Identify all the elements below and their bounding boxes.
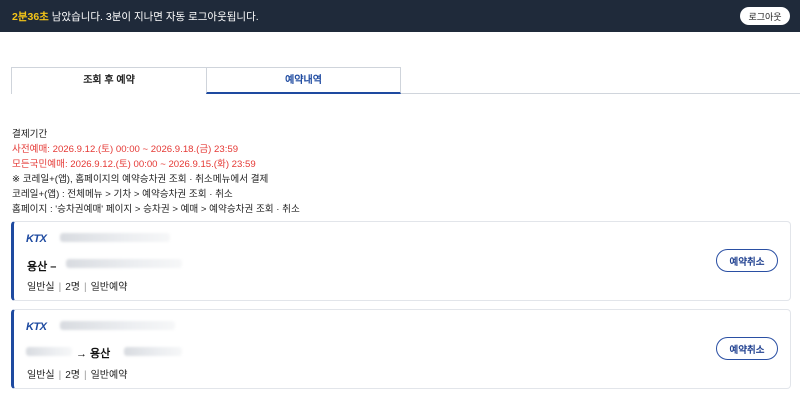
timeout-text: 남았습니다. 3분이 지나면 자동 로그아웃됩니다. xyxy=(48,11,259,23)
route-text: → 용산 xyxy=(76,348,111,360)
ktx-logo: KTX xyxy=(26,321,47,333)
redacted-time xyxy=(124,347,182,356)
payment-period-notice: 결제기간 사전예매: 2026.9.12.(토) 00:00 ~ 2026.9.… xyxy=(12,127,300,217)
cancel-reservation-button[interactable]: 예약취소 xyxy=(716,249,778,272)
reservation-meta: 일반실 | 2명 | 일반예약 xyxy=(27,370,128,381)
passenger-count: 2명 xyxy=(65,370,80,381)
cancel-reservation-button[interactable]: 예약취소 xyxy=(716,337,778,360)
notice-web-path: 홈페이지 : '승차권예매' 페이지 > 승차권 > 예매 > 예약승차권 조회… xyxy=(12,204,300,215)
seat-class: 일반실 xyxy=(27,282,55,293)
logout-button[interactable]: 로그아웃 xyxy=(740,7,790,25)
notice-app-path: 코레일+(앱) : 전체메뉴 > 기차 > 예약승차권 조회 · 취소 xyxy=(12,189,233,200)
tab-bar: 조회 후 예약 예약내역 xyxy=(11,67,800,94)
notice-heading: 결제기간 xyxy=(12,129,48,140)
redacted-destination xyxy=(66,259,182,268)
notice-payment-info: ※ 코레일+(앱), 홈페이지의 예약승차권 조회 · 취소메뉴에서 결제 xyxy=(12,174,269,185)
redacted-train-info xyxy=(60,233,170,242)
route-text: 용산 – xyxy=(27,261,57,273)
redacted-train-info xyxy=(60,321,175,330)
notice-public-period: 모든국민예매: 2026.9.12.(토) 00:00 ~ 2026.9.15.… xyxy=(12,159,256,170)
passenger-count: 2명 xyxy=(65,282,80,293)
notice-presale-period: 사전예매: 2026.9.12.(토) 00:00 ~ 2026.9.18.(금… xyxy=(12,144,239,155)
ktx-logo: KTX xyxy=(26,233,47,245)
tab-reservation-history[interactable]: 예약내역 xyxy=(206,67,401,94)
reservation-meta: 일반실 | 2명 | 일반예약 xyxy=(27,282,128,293)
reservation-type: 일반예약 xyxy=(90,282,128,293)
reservation-card: KTX → 용산 일반실 | 2명 | 일반예약 예약취소 xyxy=(11,309,791,389)
reservation-type: 일반예약 xyxy=(90,370,128,381)
redacted-origin xyxy=(26,347,72,356)
session-timeout-message: 2분36초 남았습니다. 3분이 지나면 자동 로그아웃됩니다. xyxy=(12,9,259,24)
reservation-card: KTX 용산 – 일반실 | 2명 | 일반예약 예약취소 xyxy=(11,221,791,301)
session-bar: 2분36초 남았습니다. 3분이 지나면 자동 로그아웃됩니다. 로그아웃 xyxy=(0,0,800,32)
tab-search-reserve[interactable]: 조회 후 예약 xyxy=(11,67,207,94)
seat-class: 일반실 xyxy=(27,370,55,381)
time-remaining: 2분36초 xyxy=(12,11,49,23)
